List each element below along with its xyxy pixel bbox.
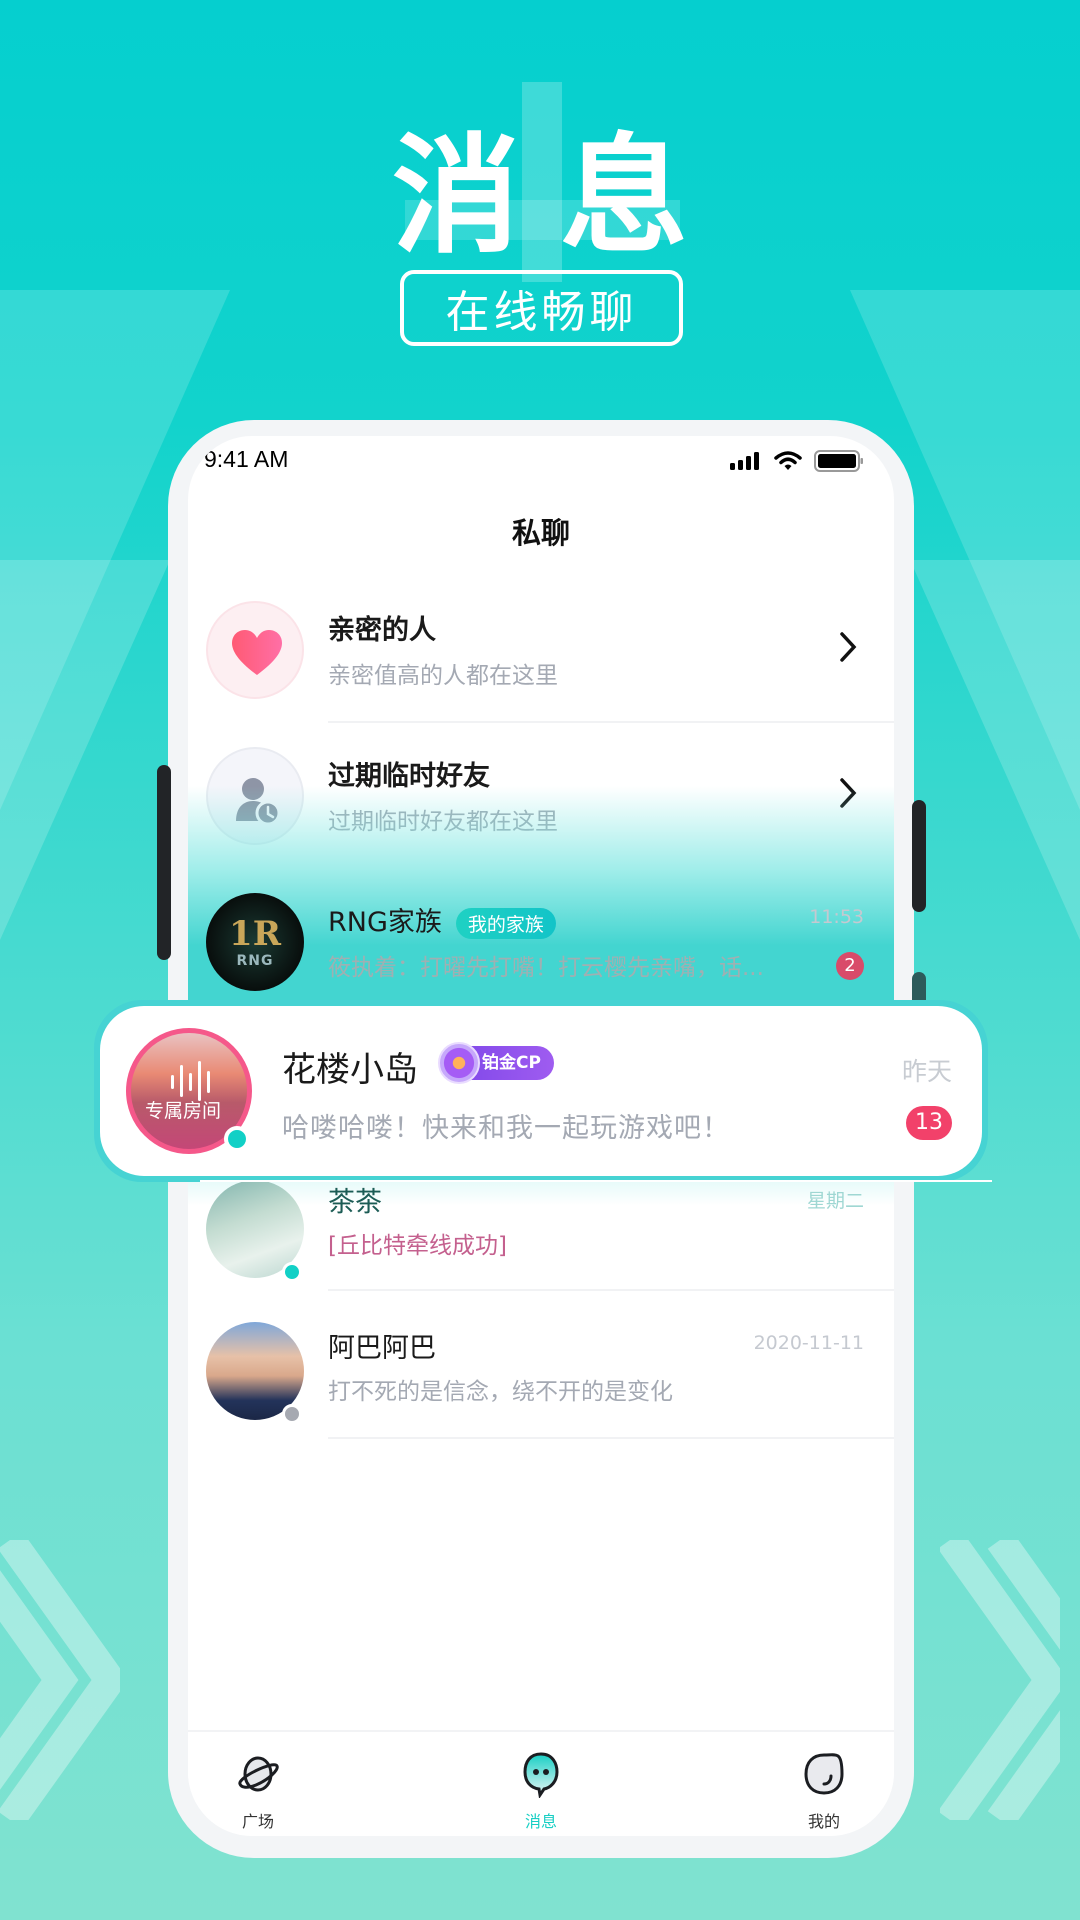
offline-status-dot xyxy=(282,1404,302,1424)
unread-badge: 13 xyxy=(906,1106,952,1140)
tab-mine[interactable]: 我的 xyxy=(774,1750,874,1832)
audio-wave-icon xyxy=(171,1061,210,1101)
conversation-item-featured[interactable]: 专属房间 花楼小岛 铂金CP 哈喽哈喽！快来和我一起玩游戏吧！ 昨天 13 xyxy=(94,1000,988,1182)
badge-label: 铂金CP xyxy=(482,1053,541,1073)
bg-chevron-icon xyxy=(937,1531,1080,1829)
online-status-dot xyxy=(224,1126,250,1152)
conversation-preview: [丘比特牵线成功] xyxy=(328,1233,507,1259)
conversation-preview: 筱执着：打曜先打嘴！打云樱先亲嘴，话... xyxy=(328,955,764,981)
profile-icon xyxy=(804,1753,844,1795)
conversation-preview: 哈喽哈喽！快来和我一起玩游戏吧！ xyxy=(282,1113,730,1144)
platinum-cp-badge: 铂金CP xyxy=(438,1042,554,1084)
conversation-time: 昨天 xyxy=(901,1057,952,1086)
phone-side-button xyxy=(912,800,926,912)
row-divider xyxy=(200,1180,992,1182)
row-divider xyxy=(328,1289,894,1291)
conversation-name-text: RNG家族 xyxy=(328,907,442,938)
row-divider xyxy=(328,1437,894,1439)
planet-icon xyxy=(238,1756,279,1792)
signal-icon xyxy=(730,452,759,470)
tab-bar: 广场 消息 我的 xyxy=(188,1730,894,1836)
conversation-name: 茶茶 xyxy=(328,1187,382,1218)
conversation-item[interactable]: 1R RNG RNG家族 我的家族 筱执着：打曜先打嘴！打云樱先亲嘴，话... 11… xyxy=(188,870,894,1015)
conversation-time: 星期二 xyxy=(806,1190,864,1212)
heart-emblem-icon xyxy=(438,1042,480,1084)
unread-badge: 2 xyxy=(836,952,864,980)
avatar: 1R RNG xyxy=(206,893,304,991)
hero-subtitle: 在线畅聊 xyxy=(445,287,638,338)
exclusive-room-label: 专属房间 xyxy=(145,1100,222,1122)
conversation-name: 阿巴阿巴 xyxy=(328,1333,436,1364)
chat-bubble-icon xyxy=(523,1752,559,1799)
tab-label: 消息 xyxy=(524,1812,557,1831)
heart-icon xyxy=(206,601,304,699)
tab-label: 广场 xyxy=(241,1812,274,1831)
conversation-name: RNG家族 我的家族 xyxy=(328,900,556,939)
row-divider xyxy=(328,721,894,723)
hero-subtitle-badge: 在线畅聊 xyxy=(400,270,683,346)
wifi-icon xyxy=(774,451,802,470)
phone-side-button xyxy=(157,765,171,960)
conversation-item[interactable]: 阿巴阿巴 打不死的是信念，绕不开的是变化 2020-11-11 xyxy=(188,1302,894,1447)
featured-card-body: 专属房间 花楼小岛 铂金CP 哈喽哈喽！快来和我一起玩游戏吧！ 昨天 13 xyxy=(100,1006,982,1176)
svg-text:1R: 1R xyxy=(229,914,282,954)
conversation-time: 11:53 xyxy=(809,906,864,928)
shortcut-intimate[interactable]: 亲密的人 亲密值高的人都在这里 xyxy=(188,578,894,723)
tab-square[interactable]: 广场 xyxy=(208,1750,308,1832)
svg-text:RNG: RNG xyxy=(237,953,274,969)
page-title: 私聊 xyxy=(511,516,570,550)
tab-label: 我的 xyxy=(807,1812,840,1831)
bg-facet xyxy=(910,560,1080,940)
tab-messages[interactable]: 消息 xyxy=(491,1750,591,1832)
bg-facet xyxy=(0,560,170,940)
status-bar: 9:41 AM xyxy=(188,436,894,486)
conversation-time: 2020-11-11 xyxy=(753,1332,864,1354)
online-status-dot xyxy=(282,1262,302,1282)
hero-title: 消息 xyxy=(391,122,728,271)
shortcut-title: 亲密的人 xyxy=(328,615,436,646)
shortcut-subtitle: 亲密值高的人都在这里 xyxy=(328,663,558,689)
bg-chevron-icon xyxy=(0,1531,129,1829)
family-tag: 我的家族 xyxy=(455,908,556,939)
battery-icon xyxy=(814,450,863,472)
chevron-right-icon xyxy=(840,632,857,662)
conversation-name: 花楼小岛 xyxy=(282,1050,418,1090)
status-time: 9:41 AM xyxy=(204,446,289,472)
conversation-preview: 打不死的是信念，绕不开的是变化 xyxy=(328,1379,673,1405)
